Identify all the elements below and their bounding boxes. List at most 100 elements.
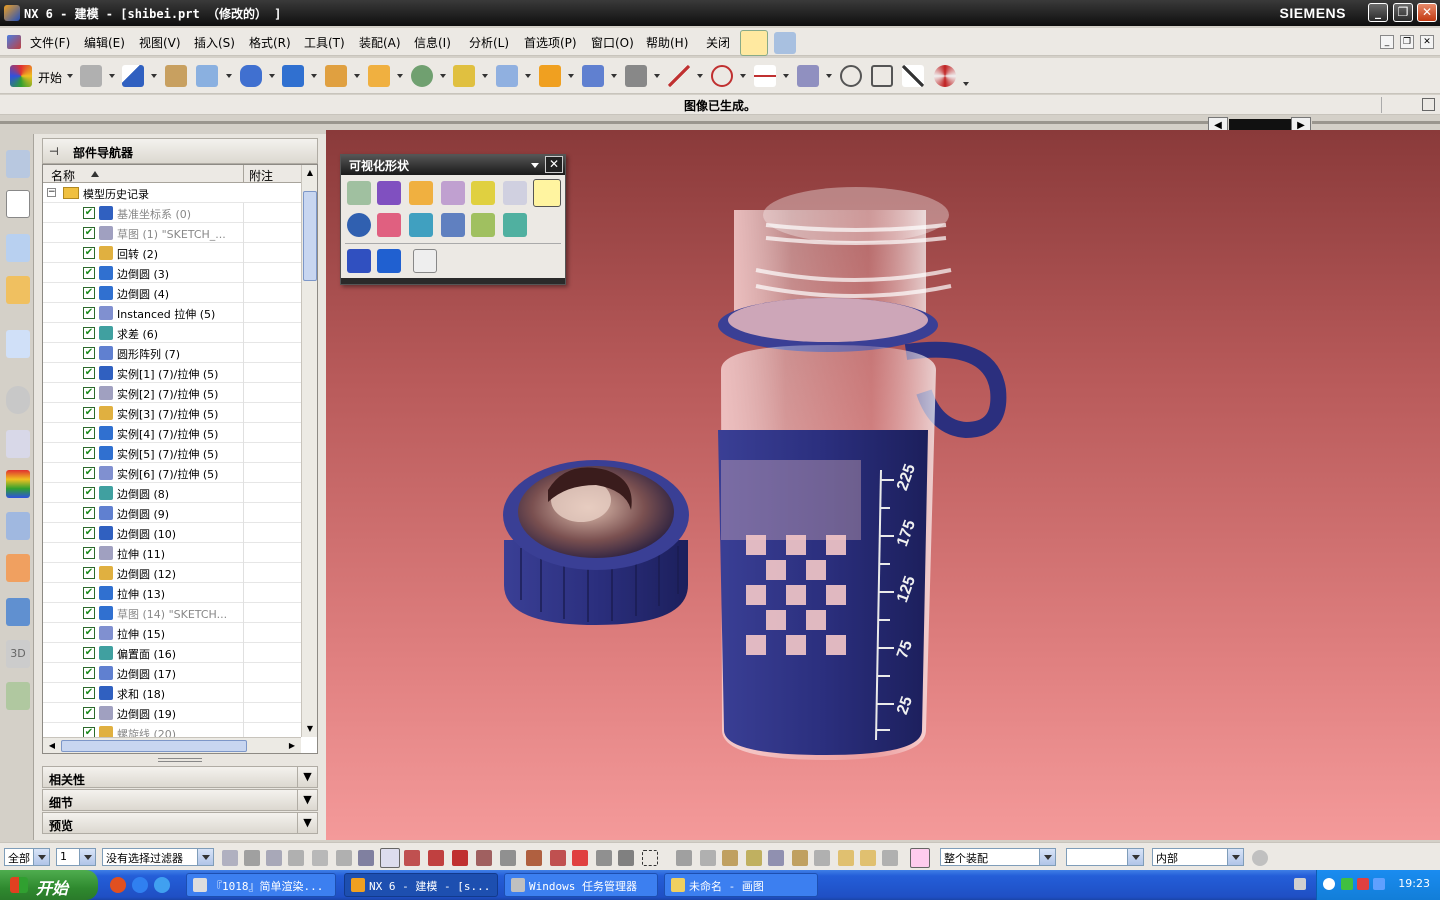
hole-icon[interactable] [411, 65, 433, 87]
ie2-quicklaunch-icon[interactable] [154, 877, 170, 893]
column-name[interactable]: 名称 [51, 167, 75, 184]
bottle-cap[interactable] [503, 460, 689, 625]
cube-render-icon[interactable] [409, 213, 433, 237]
web-browser-icon[interactable] [6, 330, 30, 358]
task-nx[interactable]: NX 6 - 建模 - [s... [344, 873, 498, 897]
menu-view[interactable]: 视图(V) [139, 34, 181, 51]
tree-row-feature[interactable]: ✔ 草图 (1) "SKETCH_... [43, 223, 301, 243]
render-studio-icon[interactable] [347, 249, 371, 273]
landscape-icon[interactable] [441, 213, 465, 237]
trim-icon[interactable] [754, 65, 776, 87]
collapse-icon[interactable]: − [47, 188, 56, 197]
menu-insert[interactable]: 插入(S) [194, 34, 235, 51]
feature-checkbox[interactable]: ✔ [83, 487, 95, 499]
section-details[interactable]: 细节 ▼ [42, 789, 318, 811]
datum-csys-icon[interactable] [122, 65, 144, 87]
history-icon[interactable] [6, 386, 30, 414]
restore-button[interactable]: ❐ [1393, 3, 1413, 22]
shapes-icon[interactable] [377, 213, 401, 237]
feature-checkbox[interactable]: ✔ [83, 607, 95, 619]
thicken-icon[interactable] [625, 65, 647, 87]
checker-image-icon[interactable] [413, 249, 437, 273]
tree-row-feature[interactable]: ✔ 圆形阵列 (7) [43, 343, 301, 363]
blend-icon[interactable] [539, 65, 561, 87]
section-preview[interactable]: 预览 ▼ [42, 812, 318, 834]
unite-icon[interactable] [325, 65, 347, 87]
feature-checkbox[interactable]: ✔ [83, 327, 95, 339]
scroll-down-icon[interactable]: ▼ [303, 722, 317, 736]
scope-select[interactable]: 整个装配 [940, 848, 1056, 866]
doc-minimize-button[interactable]: _ [1380, 35, 1394, 49]
panel-resize-grip[interactable] [158, 758, 202, 762]
chevron-down-icon[interactable]: ▼ [297, 813, 317, 833]
feature-checkbox[interactable]: ✔ [83, 227, 95, 239]
menu-information[interactable]: 信息(I) [414, 34, 451, 51]
sketch-icon[interactable] [80, 65, 102, 87]
tree-horizontal-scrollbar[interactable]: ◀ ▶ [43, 737, 301, 753]
offset-face-icon[interactable] [453, 65, 475, 87]
menu-help[interactable]: 帮助(H) [646, 34, 688, 51]
scale-icon[interactable] [871, 65, 893, 87]
tree-row-feature[interactable]: ✔ 实例[2] (7)/拉伸 (5) [43, 383, 301, 403]
wcs-icon[interactable] [722, 850, 738, 866]
menu-assembly[interactable]: 装配(A) [359, 34, 401, 51]
column-note[interactable]: 附注 [249, 167, 273, 184]
undo-arrow-icon[interactable] [1252, 850, 1268, 866]
tree-root-row[interactable]: − 模型历史记录 [43, 183, 301, 203]
tree-row-feature[interactable]: ✔ 偏置面 (16) [43, 643, 301, 663]
bottle-body[interactable]: 2251751257525 [718, 187, 1007, 760]
shell-icon[interactable] [368, 65, 390, 87]
feature-checkbox[interactable]: ✔ [83, 567, 95, 579]
menu-window[interactable]: 窗口(O) [591, 34, 634, 51]
quick-pick-icon[interactable] [700, 850, 716, 866]
assembly-navigator-icon[interactable] [6, 150, 30, 178]
feature-checkbox[interactable]: ✔ [83, 647, 95, 659]
tree-row-feature[interactable]: ✔ 拉伸 (13) [43, 583, 301, 603]
tree-row-feature[interactable]: ✔ 草图 (14) "SKETCH... [43, 603, 301, 623]
tree-row-feature[interactable]: ✔ 边倒圆 (19) [43, 703, 301, 723]
tree-row-feature[interactable]: ✔ 拉伸 (11) [43, 543, 301, 563]
process-studio-icon[interactable] [6, 470, 30, 498]
select-face-icon[interactable] [266, 850, 282, 866]
bounded-grid-snap-icon[interactable] [596, 850, 612, 866]
feature-checkbox[interactable]: ✔ [83, 447, 95, 459]
hscroll-thumb[interactable] [61, 740, 247, 752]
camera-icon[interactable] [347, 181, 371, 205]
person-icon[interactable] [347, 213, 371, 237]
tree-row-feature[interactable]: ✔ 边倒圆 (8) [43, 483, 301, 503]
cylinder-icon[interactable] [240, 65, 262, 87]
keyboard-tray-icon[interactable] [1294, 878, 1306, 890]
arc-icon[interactable] [711, 65, 733, 87]
material-brush-icon[interactable] [377, 181, 401, 205]
assembly-view-icon[interactable] [910, 848, 930, 868]
menu-analysis[interactable]: 分析(L) [469, 34, 509, 51]
menu-edit[interactable]: 编辑(E) [84, 34, 125, 51]
doc-close-button[interactable]: ✕ [1420, 35, 1434, 49]
tree-row-feature[interactable]: ✔ 求差 (6) [43, 323, 301, 343]
surface-icon[interactable] [496, 65, 518, 87]
render-preview-icon[interactable] [377, 249, 401, 273]
blank-select[interactable] [1066, 848, 1144, 866]
scene-icon[interactable] [503, 181, 527, 205]
tree-row-feature[interactable]: ✔ 边倒圆 (12) [43, 563, 301, 583]
tree-row-feature[interactable]: ✔ 实例[3] (7)/拉伸 (5) [43, 403, 301, 423]
menu-tools[interactable]: 工具(T) [304, 34, 345, 51]
tree-row-feature[interactable]: ✔ 实例[1] (7)/拉伸 (5) [43, 363, 301, 383]
feature-checkbox[interactable]: ✔ [83, 627, 95, 639]
layer-select[interactable]: 1 [56, 848, 96, 866]
rectangle-select-icon[interactable] [642, 850, 658, 866]
bluetooth-tray-icon[interactable] [1373, 878, 1385, 890]
windows-start-button[interactable]: 开始 [0, 870, 98, 900]
pin-icon[interactable]: ⊣ [49, 145, 59, 158]
status-toggle-button[interactable] [1422, 98, 1435, 111]
absolute-csys-icon[interactable] [746, 850, 762, 866]
security-tray-icon[interactable] [1357, 878, 1369, 890]
inside-select[interactable]: 内部 [1152, 848, 1244, 866]
tree-row-feature[interactable]: ✔ 边倒圆 (17) [43, 663, 301, 683]
select-curve-icon[interactable] [336, 850, 352, 866]
tree-row-feature[interactable]: ✔ 边倒圆 (10) [43, 523, 301, 543]
feature-checkbox[interactable]: ✔ [83, 387, 95, 399]
task-task-manager[interactable]: Windows 任务管理器 [504, 873, 658, 897]
end-point-snap-icon[interactable] [380, 848, 400, 868]
tree-row-feature[interactable]: ✔ 实例[6] (7)/拉伸 (5) [43, 463, 301, 483]
